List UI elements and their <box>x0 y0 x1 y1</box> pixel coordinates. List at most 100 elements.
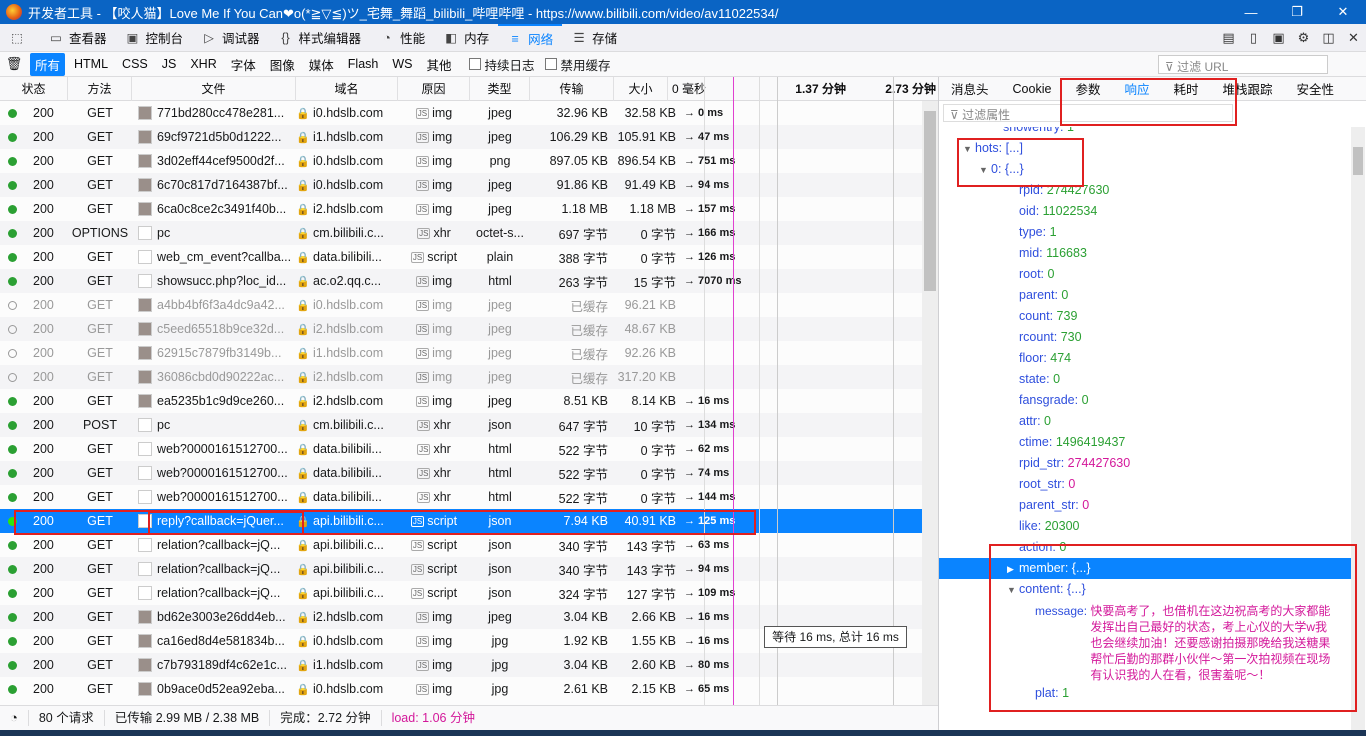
dock-side-icon[interactable]: ◫ <box>1316 30 1341 46</box>
disable-cache-checkbox[interactable]: 禁用缓存 <box>544 55 611 74</box>
col-cause[interactable]: 原因 <box>398 76 470 101</box>
request-row[interactable]: 200 GET ea5235b1c9d9ce260... 🔒 i2.hdslb.com J… <box>0 389 922 413</box>
request-row[interactable]: 200 GET 771bd280cc478e281... 🔒 i0.hdslb.com J… <box>0 101 922 125</box>
col-domain[interactable]: 域名 <box>296 76 398 101</box>
details-tab[interactable]: 安全性 <box>1285 79 1347 98</box>
request-list[interactable]: 200 GET 771bd280cc478e281... 🔒 i0.hdslb.com J… <box>0 101 922 705</box>
tree-node[interactable]: parent_str: 0 <box>939 495 1351 516</box>
col-method[interactable]: 方法 <box>68 76 132 101</box>
close-devtools-icon[interactable]: ✕ <box>1341 30 1366 46</box>
filter-other[interactable]: 其他 <box>422 53 457 76</box>
scrollbar-thumb[interactable] <box>924 111 936 291</box>
tab-console[interactable]: ▣ 控制台 <box>116 24 193 52</box>
tab-storage[interactable]: ☰ 存储 <box>562 24 626 52</box>
minimize-icon[interactable]: — <box>1228 5 1274 20</box>
request-row[interactable]: 200 GET 3d02eff44cef9500d2f... 🔒 i0.hdslb.co… <box>0 149 922 173</box>
tree-node[interactable]: rpid_str: 274427630 <box>939 453 1351 474</box>
tab-network[interactable]: ≡ 网络 <box>498 23 563 52</box>
cause-cell: JS img <box>415 634 453 648</box>
tab-debugger[interactable]: ▷ 调试器 <box>192 24 269 52</box>
lock-icon: 🔒 <box>296 563 310 576</box>
request-row[interactable]: 200 GET relation?callback=jQ... 🔒 api.bilibi… <box>0 533 922 557</box>
filter-html[interactable]: HTML <box>69 55 113 73</box>
waterfall-gridline <box>777 77 778 705</box>
tree-node[interactable]: mid: 116683 <box>939 243 1351 264</box>
tree-node[interactable]: fansgrade: 0 <box>939 390 1351 411</box>
request-row[interactable]: 200 GET a4bb4bf6f3a4dc9a42... 🔒 i0.hdslb.com… <box>0 293 922 317</box>
request-row[interactable]: 200 GET 6ca0c8ce2c3491f40b... 🔒 i2.hdslb.com… <box>0 197 922 221</box>
tree-node[interactable]: rcount: 730 <box>939 327 1351 348</box>
filter-css[interactable]: CSS <box>117 55 153 73</box>
tab-performance[interactable]: ◔ 性能 <box>370 24 434 52</box>
col-transferred[interactable]: 传输 <box>530 76 614 101</box>
request-row[interactable]: 200 POST pc 🔒 cm.bilibili.c... JS xhr json 647 字… <box>0 413 922 437</box>
tree-node[interactable]: oid: 11022534 <box>939 201 1351 222</box>
filter-xhr[interactable]: XHR <box>185 55 221 73</box>
request-row[interactable]: 200 GET web?0000161512700... 🔒 data.bilibili… <box>0 437 922 461</box>
tree-node[interactable]: root_str: 0 <box>939 474 1351 495</box>
filter-flash[interactable]: Flash <box>343 55 384 73</box>
request-row[interactable]: 200 GET showsucc.php?loc_id... 🔒 ac.o2.qq.c.… <box>0 269 922 293</box>
dock-icon[interactable]: ▤ <box>1216 30 1241 46</box>
tab-inspector[interactable]: ▭ 查看器 <box>39 24 116 52</box>
request-row[interactable]: 200 GET relation?callback=jQ... 🔒 api.bilibi… <box>0 581 922 605</box>
filter-icon: ⊽ <box>950 108 963 122</box>
tree-colon: : <box>1074 393 1082 407</box>
scrollbar-thumb[interactable] <box>1353 147 1363 175</box>
request-row[interactable]: 200 OPTIONS pc 🔒 cm.bilibili.c... JS xhr octet-… <box>0 221 922 245</box>
filter-ws[interactable]: WS <box>387 55 417 73</box>
responsive-icon[interactable]: ▯ <box>1241 30 1266 46</box>
filter-js[interactable]: JS <box>157 55 182 73</box>
request-row[interactable]: 200 GET web_cm_event?callba... 🔒 data.bilibi… <box>0 245 922 269</box>
tree-node[interactable]: showentry: 1 <box>939 127 1351 138</box>
trash-icon[interactable]: 🗑 <box>0 56 28 72</box>
col-status[interactable]: 状态 <box>0 76 68 101</box>
screenshot-icon[interactable]: ▣ <box>1266 30 1291 46</box>
maximize-icon[interactable]: ❐ <box>1274 4 1320 20</box>
tree-node[interactable]: ctime: 1496419437 <box>939 432 1351 453</box>
request-row[interactable]: 200 GET web?0000161512700... 🔒 data.bilibili… <box>0 461 922 485</box>
filter-fonts[interactable]: 字体 <box>226 53 261 76</box>
persist-logs-checkbox[interactable]: 持续日志 <box>468 55 535 74</box>
details-tab[interactable]: Cookie <box>1001 82 1064 96</box>
url-filter-input[interactable]: ⊽ 过滤 URL <box>1158 55 1328 74</box>
tree-node[interactable]: state: 0 <box>939 369 1351 390</box>
details-tab[interactable]: 消息头 <box>939 79 1001 98</box>
method-cell: GET <box>87 682 113 696</box>
request-row[interactable]: 200 GET 62915c7879fb3149b... 🔒 i1.hdslb.com J… <box>0 341 922 365</box>
tree-node[interactable]: parent: 0 <box>939 285 1351 306</box>
tree-node[interactable]: root: 0 <box>939 264 1351 285</box>
lock-icon: 🔒 <box>296 395 310 408</box>
request-list-scrollbar[interactable] <box>922 101 938 705</box>
col-file[interactable]: 文件 <box>132 76 296 101</box>
performance-analysis-icon[interactable]: ◔ <box>0 710 29 726</box>
tab-memory[interactable]: ◧ 内存 <box>434 24 498 52</box>
js-icon: JS <box>415 275 430 287</box>
request-row[interactable]: 200 GET c5eed65518b9ce32d... 🔒 i2.hdslb.com J… <box>0 317 922 341</box>
gear-icon[interactable]: ⚙ <box>1291 30 1316 46</box>
request-row[interactable]: 200 GET 69cf9721d5b0d1222... 🔒 i1.hdslb.com J… <box>0 125 922 149</box>
filter-media[interactable]: 媒体 <box>304 53 339 76</box>
filter-all[interactable]: 所有 <box>30 52 66 76</box>
tab-style-editor[interactable]: {} 样式编辑器 <box>269 24 371 52</box>
request-row[interactable]: 200 GET 0b9ace0d52ea92eba... 🔒 i0.hdslb.com J… <box>0 677 922 701</box>
col-type[interactable]: 类型 <box>470 76 530 101</box>
request-row[interactable]: 200 GET web?0000161512700... 🔒 data.bilibili… <box>0 485 922 509</box>
request-row[interactable]: 200 GET c7b793189df4c62e1c... 🔒 i1.hdslb.com… <box>0 653 922 677</box>
js-icon: JS <box>410 251 425 263</box>
timing-tooltip: 等待 16 ms, 总计 16 ms <box>764 626 907 648</box>
tree-node[interactable]: like: 20300 <box>939 516 1351 537</box>
pick-element-icon[interactable]: ⬚ <box>0 24 39 52</box>
request-row[interactable]: 200 GET 36086cbd0d90222ac... 🔒 i2.hdslb.com J… <box>0 365 922 389</box>
request-row[interactable]: 200 GET 6c70c817d7164387bf... 🔒 i0.hdslb.com… <box>0 173 922 197</box>
tree-node[interactable]: count: 739 <box>939 306 1351 327</box>
type-cell: jpeg <box>488 130 512 144</box>
tree-node[interactable]: type: 1 <box>939 222 1351 243</box>
tree-node[interactable]: attr: 0 <box>939 411 1351 432</box>
filter-images[interactable]: 图像 <box>265 53 300 76</box>
col-size[interactable]: 大小 <box>614 76 668 101</box>
close-icon[interactable]: ✕ <box>1320 4 1366 20</box>
tree-value: 0 <box>1082 498 1090 512</box>
request-row[interactable]: 200 GET relation?callback=jQ... 🔒 api.bilibi… <box>0 557 922 581</box>
tree-node[interactable]: floor: 474 <box>939 348 1351 369</box>
